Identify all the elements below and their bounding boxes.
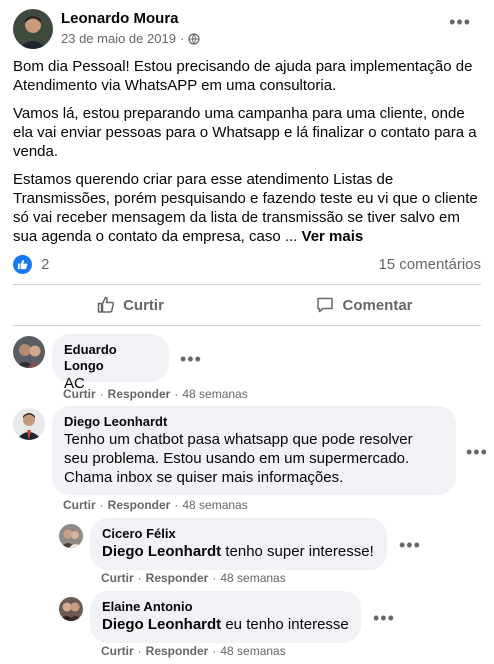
post-date[interactable]: 23 de maio de 2019 bbox=[61, 31, 176, 46]
comment-reply-link[interactable]: Responder bbox=[108, 387, 171, 401]
comment-actions: Curtir · Responder · 48 semanas bbox=[63, 498, 248, 512]
reply-actions: Curtir · Responder · 48 semanas bbox=[101, 571, 286, 585]
comment-time[interactable]: 48 semanas bbox=[182, 498, 247, 512]
post-meta: 23 de maio de 2019 · bbox=[61, 31, 200, 46]
divider bbox=[13, 325, 481, 326]
reaction-count-group[interactable]: 2 bbox=[13, 254, 50, 274]
reply-like-link[interactable]: Curtir bbox=[101, 571, 134, 585]
post-body: Bom dia Pessoal! Estou precisando de aju… bbox=[13, 57, 481, 255]
comment-text-line: seu problema. Estou usando em um superme… bbox=[64, 450, 410, 467]
comment-button-label: Comentar bbox=[342, 296, 413, 314]
post-header: Leonardo Moura 23 de maio de 2019 · ••• bbox=[13, 7, 481, 51]
reply-mention[interactable]: Diego Leonhardt bbox=[102, 616, 221, 633]
reply-bubble: Elaine Antonio Diego Leonhardt eu tenho … bbox=[90, 591, 361, 643]
post-paragraph: Estamos querendo criar para esse atendim… bbox=[13, 170, 481, 246]
post-paragraph-text: Estamos querendo criar para esse atendim… bbox=[13, 171, 478, 245]
reply-like-link[interactable]: Curtir bbox=[101, 644, 134, 658]
commenter-avatar[interactable] bbox=[13, 336, 45, 368]
reply-time[interactable]: 48 semanas bbox=[220, 644, 285, 658]
reply-actions: Curtir · Responder · 48 semanas bbox=[101, 644, 286, 658]
reply-mention[interactable]: Diego Leonhardt bbox=[102, 543, 221, 560]
reply-text: tenho super interesse! bbox=[225, 543, 374, 560]
reaction-count: 2 bbox=[41, 255, 50, 273]
comment-actions: Curtir · Responder · 48 semanas bbox=[63, 387, 248, 401]
comment-options-icon[interactable]: ••• bbox=[180, 350, 202, 368]
reply-bubble: Cicero Félix Diego Leonhardt tenho super… bbox=[90, 518, 387, 570]
post-paragraph: Bom dia Pessoal! Estou precisando de aju… bbox=[13, 58, 473, 94]
comment-bubble-icon bbox=[317, 297, 334, 313]
post-actions: Curtir Comentar bbox=[13, 285, 481, 325]
reply-options-icon[interactable]: ••• bbox=[373, 609, 395, 627]
like-reaction-icon bbox=[13, 254, 32, 274]
comments-count[interactable]: 15 comentários bbox=[378, 256, 481, 273]
comment-like-link[interactable]: Curtir bbox=[63, 498, 96, 512]
see-more-link[interactable]: Ver mais bbox=[302, 228, 364, 245]
reply-author[interactable]: Cicero Félix bbox=[102, 526, 375, 542]
comment-bubble: Diego Leonhardt Tenho um chatbot pasa wh… bbox=[52, 406, 456, 495]
comment-like-link[interactable]: Curtir bbox=[63, 387, 96, 401]
reply-author[interactable]: Elaine Antonio bbox=[102, 599, 349, 615]
comment-text-line: Tenho um chatbot pasa whatsapp que pode … bbox=[64, 431, 413, 448]
comment-author[interactable]: Eduardo Longo bbox=[64, 342, 157, 374]
reply-options-icon[interactable]: ••• bbox=[399, 536, 421, 554]
reply-avatar[interactable] bbox=[59, 524, 83, 548]
commenter-avatar[interactable] bbox=[13, 408, 45, 440]
reply-reply-link[interactable]: Responder bbox=[146, 571, 209, 585]
comment-text-line: Chama inbox se quiser mais informações. bbox=[64, 469, 344, 486]
reply-time[interactable]: 48 semanas bbox=[220, 571, 285, 585]
post-paragraph: Vamos lá, estou preparando uma campanha … bbox=[13, 105, 477, 160]
like-button-label: Curtir bbox=[123, 296, 164, 314]
comment-options-icon[interactable]: ••• bbox=[466, 443, 488, 461]
comment-button[interactable]: Comentar bbox=[247, 285, 481, 325]
author-name[interactable]: Leonardo Moura bbox=[61, 10, 179, 27]
thumbs-up-icon bbox=[97, 296, 115, 313]
comment-time[interactable]: 48 semanas bbox=[182, 387, 247, 401]
reactions-summary: 2 15 comentários bbox=[13, 254, 481, 274]
globe-icon bbox=[188, 32, 200, 45]
reply-avatar[interactable] bbox=[59, 597, 83, 621]
comment-reply-link[interactable]: Responder bbox=[108, 498, 171, 512]
comment-author[interactable]: Diego Leonhardt bbox=[64, 414, 444, 430]
reply-text: eu tenho interesse bbox=[225, 616, 349, 633]
post-more-options-icon[interactable]: ••• bbox=[449, 13, 471, 31]
reply-reply-link[interactable]: Responder bbox=[146, 644, 209, 658]
comment-bubble: Eduardo Longo AC bbox=[52, 334, 169, 392]
author-avatar[interactable] bbox=[13, 9, 53, 49]
meta-separator: · bbox=[179, 31, 185, 46]
like-button[interactable]: Curtir bbox=[13, 285, 247, 325]
